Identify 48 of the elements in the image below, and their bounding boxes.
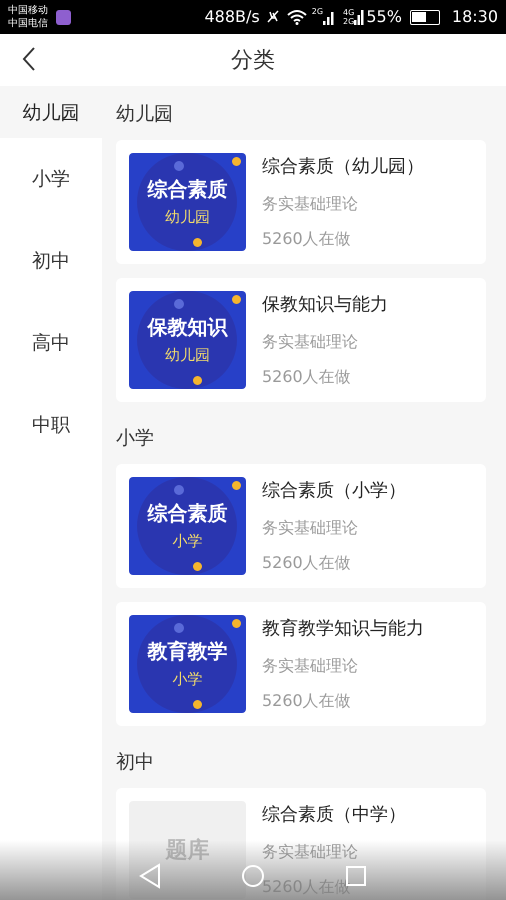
wifi-icon [286,9,308,25]
back-nav-button[interactable] [139,863,161,889]
cover-subtitle: 幼儿园 [165,345,210,366]
signal-icon [323,9,336,25]
cover-title: 保教知识 [148,314,228,340]
network-speed: 488B/s [204,6,260,28]
course-name: 综合素质（中学） [262,803,406,827]
network-type: 4G [343,8,354,17]
cover-title: 教育教学 [148,638,228,664]
course-card[interactable]: 保教知识 幼儿园 保教知识与能力 务实基础理论 5260人在做 [116,278,486,402]
app-notification-icon [56,10,71,24]
course-card[interactable]: 综合素质 幼儿园 综合素质（幼儿园） 务实基础理论 5260人在做 [116,140,486,264]
learner-count: 5260人在做 [262,552,351,574]
course-subject: 务实基础理论 [262,840,358,862]
battery-icon [410,10,440,24]
course-name: 综合素质（幼儿园） [262,155,424,179]
section-heading: 初中 [116,750,155,775]
course-subject: 务实基础理论 [262,330,358,352]
carrier-label: 中国移动 [8,4,48,17]
cover-subtitle: 小学 [172,669,202,690]
home-nav-button[interactable] [241,864,265,888]
category-tab[interactable]: 幼儿园 [0,88,102,138]
section-heading: 幼儿园 [116,102,174,127]
cover-subtitle: 幼儿园 [165,207,210,228]
cover-subtitle: 小学 [172,531,202,552]
section-heading: 小学 [116,426,155,451]
course-name: 综合素质（小学） [262,479,406,503]
course-subject: 务实基础理论 [262,654,358,676]
course-subject: 务实基础理论 [262,192,358,214]
learner-count: 5260人在做 [262,228,351,250]
learner-count: 5260人在做 [262,690,351,712]
placeholder-label: 题库 [166,836,210,864]
signal-icon [354,9,364,25]
course-subject: 务实基础理论 [262,516,358,538]
battery-percent: 55% [366,6,402,28]
learner-count: 5260人在做 [262,366,351,388]
course-name: 教育教学知识与能力 [262,617,424,641]
carrier-label: 中国电信 [8,17,48,30]
course-name: 保教知识与能力 [262,293,388,317]
network-type: 2G [312,6,324,18]
clock: 18:30 [452,6,498,28]
course-card[interactable]: 教育教学 小学 教育教学知识与能力 务实基础理论 5260人在做 [116,602,486,726]
course-card[interactable]: 综合素质 小学 综合素质（小学） 务实基础理论 5260人在做 [116,464,486,588]
chevron-left-icon [22,46,36,72]
network-type: 2G [343,17,354,26]
cover-title: 综合素质 [148,176,228,202]
page-title: 分类 [231,46,275,74]
cover-title: 综合素质 [148,500,228,526]
